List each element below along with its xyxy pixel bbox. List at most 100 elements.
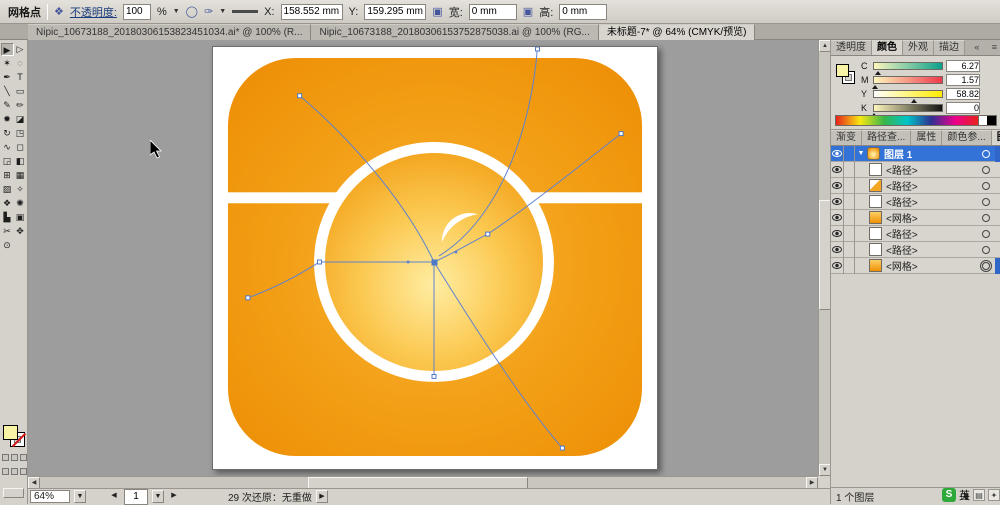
- opacity-link[interactable]: 不透明度:: [70, 4, 117, 20]
- tab-color-guide[interactable]: 颜色参...: [942, 130, 991, 145]
- lock-toggle[interactable]: [844, 258, 855, 274]
- lock-toggle[interactable]: [844, 178, 855, 194]
- x-input[interactable]: [281, 4, 343, 20]
- tab-gradient[interactable]: 渐变: [831, 130, 862, 145]
- zoom-level[interactable]: 64%: [30, 490, 70, 503]
- layer-name[interactable]: <网格>: [886, 258, 982, 273]
- layer-thumbnail[interactable]: [869, 195, 882, 208]
- column-graph-tool[interactable]: ▙: [1, 211, 14, 224]
- layer-thumbnail[interactable]: [869, 227, 882, 240]
- paintbrush-tool[interactable]: ✎: [1, 99, 14, 112]
- cyan-slider[interactable]: [873, 62, 943, 70]
- layer-row-path[interactable]: <路径>: [831, 178, 1000, 194]
- magic-wand-tool[interactable]: ✶: [1, 57, 14, 70]
- lock-toggle[interactable]: [844, 226, 855, 242]
- artboard[interactable]: [212, 46, 658, 470]
- lock-toggle[interactable]: [844, 210, 855, 226]
- pencil-tool[interactable]: ✏: [14, 99, 27, 112]
- artboard-dropdown-icon[interactable]: ▼: [152, 490, 164, 503]
- scale-tool[interactable]: ◳: [14, 127, 27, 140]
- none-button[interactable]: [20, 454, 27, 461]
- eraser-tool[interactable]: ◪: [14, 113, 27, 126]
- lock-toggle[interactable]: [844, 146, 855, 162]
- gradient-button[interactable]: [11, 454, 18, 461]
- panel-menu-icon[interactable]: ≡: [989, 40, 1000, 55]
- tab-pathfinder[interactable]: 路径查...: [862, 130, 911, 145]
- collapse-panel-icon[interactable]: «: [971, 40, 982, 55]
- horizontal-scrollbar[interactable]: ◀ ▶: [28, 476, 818, 488]
- target-circle[interactable]: [982, 198, 990, 206]
- brush-options-icon[interactable]: ✑: [204, 5, 213, 18]
- visibility-toggle[interactable]: [831, 162, 844, 178]
- black-slider[interactable]: [873, 104, 943, 112]
- status-menu-icon[interactable]: ▶: [316, 490, 328, 503]
- visibility-toggle[interactable]: [831, 242, 844, 258]
- fill-swatch[interactable]: [836, 64, 849, 77]
- layer-thumbnail[interactable]: [869, 163, 882, 176]
- target-circle[interactable]: [982, 182, 990, 190]
- lock-toggle[interactable]: [844, 194, 855, 210]
- visibility-toggle[interactable]: [831, 210, 844, 226]
- sogou-input-icon[interactable]: S: [942, 488, 956, 502]
- layer-thumbnail[interactable]: [867, 147, 880, 160]
- tab-transparency[interactable]: 透明度: [831, 40, 872, 55]
- tab-layers[interactable]: 图层: [992, 130, 1000, 145]
- visibility-toggle[interactable]: [831, 194, 844, 210]
- symbol-sprayer-tool[interactable]: ✺: [14, 197, 27, 210]
- layer-thumbnail[interactable]: [869, 211, 882, 224]
- spectrum-black-swatch[interactable]: [987, 116, 996, 125]
- black-value-input[interactable]: [946, 102, 980, 114]
- layer-row-path[interactable]: <路径>: [831, 242, 1000, 258]
- mesh-tool[interactable]: ▦: [14, 169, 27, 182]
- target-circle[interactable]: [982, 150, 990, 158]
- layer-name[interactable]: <路径>: [886, 178, 982, 193]
- live-paint-bucket-tool[interactable]: ◧: [14, 155, 27, 168]
- hand-tool[interactable]: ✥: [14, 225, 27, 238]
- width-tool[interactable]: ∿: [1, 141, 14, 154]
- target-circle[interactable]: [982, 246, 990, 254]
- color-spectrum-bar[interactable]: [835, 115, 997, 126]
- layer-name[interactable]: <路径>: [886, 226, 982, 241]
- opacity-dropdown-icon[interactable]: ▼: [173, 8, 180, 15]
- width-input[interactable]: [469, 4, 517, 20]
- appearance-icon[interactable]: ◯: [186, 5, 198, 18]
- yellow-slider[interactable]: [873, 90, 943, 98]
- blob-brush-tool[interactable]: ✹: [1, 113, 14, 126]
- stroke-profile-preview[interactable]: [232, 10, 258, 13]
- zoom-tool[interactable]: ⊙: [1, 239, 14, 252]
- layer-thumbnail[interactable]: [869, 179, 882, 192]
- line-segment-tool[interactable]: ╲: [1, 85, 14, 98]
- type-tool[interactable]: T: [14, 71, 27, 84]
- ime-keyboard-icon[interactable]: ▤: [973, 489, 985, 501]
- tab-appearance[interactable]: 外观: [903, 40, 934, 55]
- draw-inside-button[interactable]: [20, 468, 27, 475]
- layer-row-mesh[interactable]: <网格>: [831, 258, 1000, 274]
- target-circle[interactable]: [982, 166, 990, 174]
- prev-artboard-icon[interactable]: ◀: [108, 490, 120, 503]
- blend-tool[interactable]: ❖: [1, 197, 14, 210]
- eyedropper-tool[interactable]: ✧: [14, 183, 27, 196]
- magenta-slider[interactable]: [873, 76, 943, 84]
- selection-tool[interactable]: ▶: [1, 43, 14, 56]
- screen-mode-button[interactable]: [3, 488, 24, 498]
- layer-row-path[interactable]: <路径>: [831, 226, 1000, 242]
- lasso-tool[interactable]: ◌: [14, 57, 27, 70]
- zoom-dropdown-icon[interactable]: ▼: [74, 490, 86, 503]
- slice-tool[interactable]: ✂: [1, 225, 14, 238]
- perspective-grid-tool[interactable]: ⊞: [1, 169, 14, 182]
- document-tab-2[interactable]: Nipic_10673188_20180306153752875038.ai @…: [311, 24, 598, 40]
- lock-toggle[interactable]: [844, 242, 855, 258]
- visibility-toggle[interactable]: [831, 178, 844, 194]
- layer-name[interactable]: <路径>: [886, 162, 982, 177]
- tab-stroke[interactable]: 描边: [934, 40, 965, 55]
- color-button[interactable]: [2, 454, 9, 461]
- spectrum-gradient[interactable]: [836, 116, 978, 125]
- layer-thumbnail[interactable]: [869, 243, 882, 256]
- document-canvas[interactable]: [28, 40, 818, 476]
- document-tab-1[interactable]: Nipic_10673188_20180306153823451034.ai* …: [28, 24, 311, 40]
- shape-builder-tool[interactable]: ◲: [1, 155, 14, 168]
- constrain-icon[interactable]: ▣: [432, 5, 442, 18]
- ime-language-indicator[interactable]: 英: [959, 487, 970, 503]
- tab-color[interactable]: 颜色: [872, 40, 903, 55]
- next-artboard-icon[interactable]: ▶: [168, 490, 180, 503]
